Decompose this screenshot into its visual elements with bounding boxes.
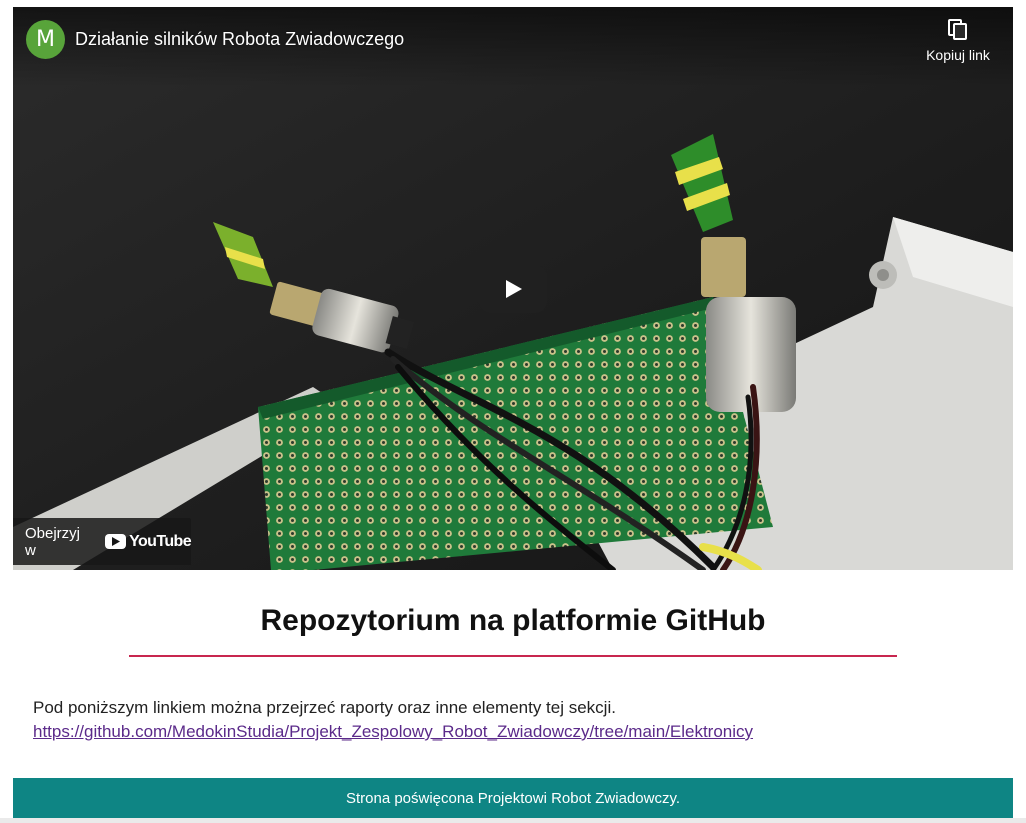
copy-link-button[interactable]: Kopiuj link (923, 19, 993, 63)
copy-icon (948, 19, 967, 40)
page-footer: Strona poświęcona Projektowi Robot Zwiad… (13, 778, 1013, 818)
play-icon (506, 280, 522, 298)
watch-on-youtube-button[interactable]: Obejrzyj w YouTube (13, 518, 192, 565)
heading-divider (129, 655, 897, 657)
youtube-play-icon (105, 534, 127, 549)
bottom-strip (0, 818, 1026, 823)
channel-avatar[interactable]: M (26, 20, 65, 59)
github-repository-link[interactable]: https://github.com/MedokinStudia/Projekt… (33, 720, 753, 744)
video-title[interactable]: Działanie silników Robota Zwiadowczego (75, 29, 404, 50)
section-heading: Repozytorium na platformie GitHub (260, 604, 766, 637)
copy-link-label: Kopiuj link (926, 47, 990, 63)
embedded-video-player[interactable]: M Działanie silników Robota Zwiadowczego… (13, 7, 1013, 570)
section-description: Pod poniższym linkiem można przejrzeć ra… (33, 698, 616, 717)
youtube-logo: YouTube (105, 532, 192, 551)
play-button[interactable] (479, 265, 547, 313)
footer-text: Strona poświęcona Projektowi Robot Zwiad… (345, 789, 681, 807)
watch-on-label: Obejrzyj w (25, 524, 81, 559)
youtube-wordmark: YouTube (129, 532, 191, 550)
